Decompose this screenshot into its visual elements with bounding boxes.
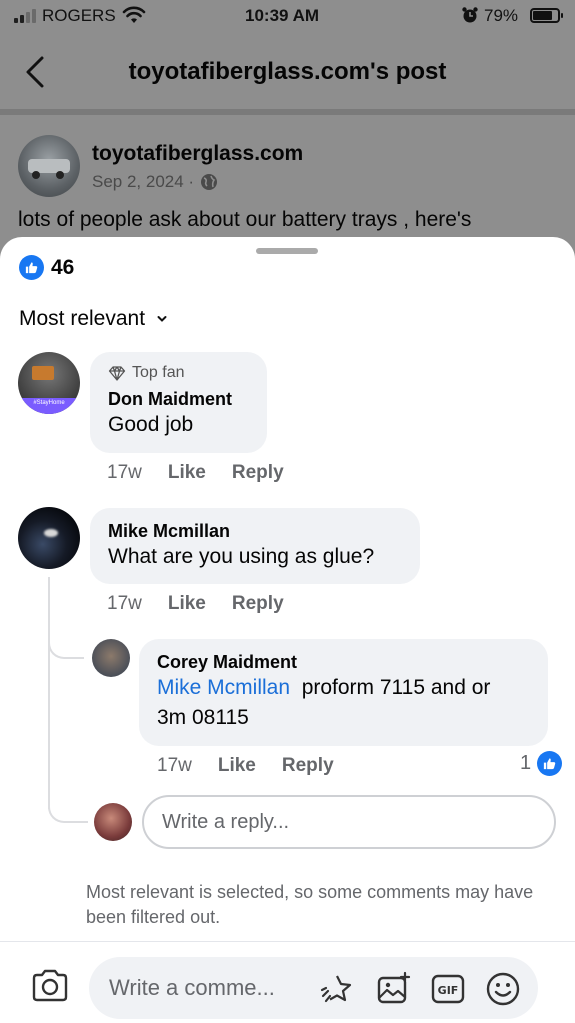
comment-bubble[interactable]: Mike Mcmillan What are you using as glue… xyxy=(90,508,420,584)
gif-icon[interactable]: GIF xyxy=(429,970,467,1008)
thread-connector xyxy=(48,637,84,659)
current-user-avatar xyxy=(94,803,132,841)
svg-text:GIF: GIF xyxy=(438,984,459,997)
filter-notice: Most relevant is selected, so some comme… xyxy=(86,882,534,927)
sort-label: Most relevant xyxy=(19,307,146,330)
diamond-icon xyxy=(108,365,126,381)
emoji-icon[interactable] xyxy=(484,970,522,1008)
reply-text-line2: 3m 08115 xyxy=(157,706,249,729)
comment-bubble[interactable]: Top fan Don Maidment Good job xyxy=(90,352,267,453)
reply-author[interactable]: Corey Maidment xyxy=(157,651,530,673)
comment-text: What are you using as glue? xyxy=(108,545,375,568)
reply-like-count[interactable]: 1 xyxy=(520,751,563,776)
post-date-text: Sep 2, 2024 · xyxy=(92,172,195,191)
comment-actions: 17w Like Reply xyxy=(107,593,310,615)
battery-icon xyxy=(530,8,563,23)
wifi-icon xyxy=(122,6,146,23)
like-reaction-icon xyxy=(537,751,563,776)
reaction-summary[interactable]: 46 xyxy=(19,255,74,280)
comment-text: Good job xyxy=(108,413,194,436)
camera-icon[interactable] xyxy=(30,968,70,1004)
comments-sheet: 46 Most relevant #StayHome Top fan Don M… xyxy=(0,237,575,1023)
likes-count: 46 xyxy=(51,255,75,279)
like-button[interactable]: Like xyxy=(218,755,256,777)
photo-icon[interactable] xyxy=(374,970,412,1008)
reply-author-avatar[interactable] xyxy=(92,639,130,677)
commenter-avatar[interactable]: #StayHome xyxy=(18,352,80,414)
comment-input[interactable]: Write a comme... GIF xyxy=(89,957,538,1019)
alarm-icon xyxy=(462,7,478,23)
thread-line xyxy=(48,577,50,809)
post-author-avatar[interactable] xyxy=(18,135,80,197)
reply-button[interactable]: Reply xyxy=(232,462,284,484)
like-button[interactable]: Like xyxy=(168,593,206,615)
mention-link[interactable]: Mike Mcmillan xyxy=(157,676,290,699)
status-bar: ROGERS 10:39 AM 79% xyxy=(0,0,575,34)
sticker-icon[interactable] xyxy=(317,970,355,1008)
comment-author[interactable]: Don Maidment xyxy=(108,388,249,410)
post-date: Sep 2, 2024 · xyxy=(92,172,218,192)
reply-like-count-text: 1 xyxy=(520,752,532,774)
like-reaction-icon xyxy=(19,255,44,280)
commenter-avatar[interactable] xyxy=(18,507,80,569)
reply-text: Mike Mcmillan proform 7115 and or 3m 081… xyxy=(157,673,530,733)
reply-actions: 17w Like Reply xyxy=(157,755,360,777)
top-fan-label: Top fan xyxy=(132,364,185,381)
like-button[interactable]: Like xyxy=(168,462,206,484)
header-divider xyxy=(0,109,575,115)
carrier-label: ROGERS xyxy=(42,6,116,25)
comment-author[interactable]: Mike Mcmillan xyxy=(108,520,402,542)
globe-icon xyxy=(201,174,218,190)
comment-composer-bar: Write a comme... GIF xyxy=(0,941,575,1023)
page-title: toyotafiberglass.com's post xyxy=(128,58,447,85)
signal-icon xyxy=(14,9,36,23)
nav-header: toyotafiberglass.com's post xyxy=(0,34,575,112)
thread-connector xyxy=(48,803,88,823)
chevron-down-icon xyxy=(157,316,167,322)
reply-input[interactable]: Write a reply... xyxy=(142,795,556,849)
sort-dropdown[interactable]: Most relevant xyxy=(19,307,169,331)
sheet-drag-handle[interactable] xyxy=(256,248,318,254)
top-fan-badge: Top fan xyxy=(108,364,249,382)
comment-actions: 17w Like Reply xyxy=(107,462,310,484)
clock: 10:39 AM xyxy=(245,6,320,25)
battery-percent: 79% xyxy=(484,6,519,25)
comment-placeholder: Write a comme... xyxy=(109,975,275,1000)
post-text: lots of people ask about our battery tra… xyxy=(18,208,472,231)
post-author-name[interactable]: toyotafiberglass.com xyxy=(92,142,303,166)
reply-button[interactable]: Reply xyxy=(282,755,334,777)
reply-bubble[interactable]: Corey Maidment Mike Mcmillan proform 711… xyxy=(139,639,548,746)
comment-time: 17w xyxy=(107,593,142,614)
reply-button[interactable]: Reply xyxy=(232,593,284,615)
reply-text-line1: proform 7115 and or xyxy=(301,676,491,699)
comment-time: 17w xyxy=(107,462,142,483)
reply-time: 17w xyxy=(157,755,192,776)
